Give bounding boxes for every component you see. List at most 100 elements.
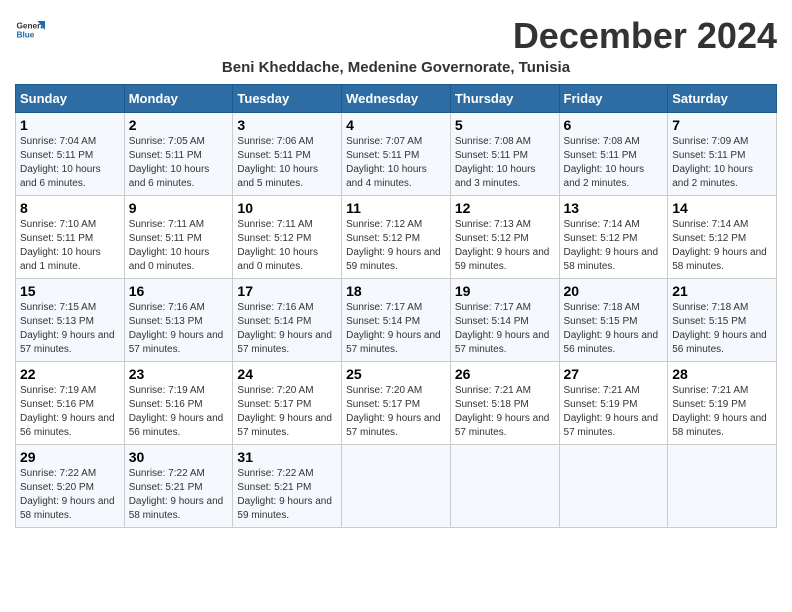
day-info: Sunrise: 7:22 AM Sunset: 5:21 PM Dayligh… <box>129 467 229 523</box>
table-row: 12Sunrise: 7:13 AM Sunset: 5:12 PM Dayli… <box>450 196 559 279</box>
table-row: 15Sunrise: 7:15 AM Sunset: 5:13 PM Dayli… <box>16 279 125 362</box>
header-tuesday: Tuesday <box>233 85 342 113</box>
day-info: Sunrise: 7:15 AM Sunset: 5:13 PM Dayligh… <box>20 301 120 357</box>
day-info: Sunrise: 7:19 AM Sunset: 5:16 PM Dayligh… <box>129 384 229 440</box>
table-row <box>559 445 668 528</box>
header-sunday: Sunday <box>16 85 125 113</box>
table-row: 10 Sunrise: 7:11 AM Sunset: 5:12 PM Dayli… <box>233 196 342 279</box>
table-row: 4 Sunrise: 7:07 AM Sunset: 5:11 PM Daylig… <box>342 113 451 196</box>
table-row: 6Sunrise: 7:08 AM Sunset: 5:11 PM Daylig… <box>559 113 668 196</box>
table-row: 19Sunrise: 7:17 AM Sunset: 5:14 PM Dayli… <box>450 279 559 362</box>
table-row: 26 Sunrise: 7:21 AM Sunset: 5:18 PM Dayli… <box>450 362 559 445</box>
calendar-week-row: 8 Sunrise: 7:10 AM Sunset: 5:11 PM Daylig… <box>16 196 777 279</box>
table-row: 1 Sunrise: 7:04 AM Sunset: 5:11 PM Daylig… <box>16 113 125 196</box>
table-row: 23Sunrise: 7:19 AM Sunset: 5:16 PM Dayli… <box>124 362 233 445</box>
day-number: 6 <box>564 117 664 133</box>
day-info: Sunrise: 7:11 AM Sunset: 5:11 PM Dayligh… <box>129 218 229 274</box>
day-number: 16 <box>129 283 229 299</box>
table-row: 31 Sunrise: 7:22 AM Sunset: 5:21 PM Dayli… <box>233 445 342 528</box>
table-row: 25 Sunrise: 7:20 AM Sunset: 5:17 PM Dayli… <box>342 362 451 445</box>
day-info: Sunrise: 7:16 AM Sunset: 5:13 PM Dayligh… <box>129 301 229 357</box>
day-info: Sunrise: 7:20 AM Sunset: 5:17 PM Dayligh… <box>346 384 446 440</box>
table-row: 30 Sunrise: 7:22 AM Sunset: 5:21 PM Dayli… <box>124 445 233 528</box>
table-row: 29 Sunrise: 7:22 AM Sunset: 5:20 PM Dayli… <box>16 445 125 528</box>
day-info: Sunrise: 7:21 AM Sunset: 5:18 PM Dayligh… <box>455 384 555 440</box>
day-number: 28 <box>672 366 772 382</box>
day-info: Sunrise: 7:11 AM Sunset: 5:12 PM Dayligh… <box>237 218 337 274</box>
day-info: Sunrise: 7:21 AM Sunset: 5:19 PM Dayligh… <box>564 384 664 440</box>
table-row <box>342 445 451 528</box>
day-number: 22 <box>20 366 120 382</box>
day-number: 19 <box>455 283 555 299</box>
day-number: 10 <box>237 200 337 216</box>
table-row: 28 Sunrise: 7:21 AM Sunset: 5:19 PM Dayli… <box>668 362 777 445</box>
day-info: Sunrise: 7:20 AM Sunset: 5:17 PM Dayligh… <box>237 384 337 440</box>
subtitle: Beni Kheddache, Medenine Governorate, Tu… <box>15 59 777 76</box>
day-number: 1 <box>20 117 120 133</box>
calendar-table: Sunday Monday Tuesday Wednesday Thursday… <box>15 84 777 528</box>
table-row: 14 Sunrise: 7:14 AM Sunset: 5:12 PM Dayli… <box>668 196 777 279</box>
day-info: Sunrise: 7:22 AM Sunset: 5:20 PM Dayligh… <box>20 467 120 523</box>
day-number: 13 <box>564 200 664 216</box>
day-number: 25 <box>346 366 446 382</box>
day-number: 4 <box>346 117 446 133</box>
logo: General Blue <box>15 15 45 45</box>
day-number: 12 <box>455 200 555 216</box>
calendar-week-row: 1 Sunrise: 7:04 AM Sunset: 5:11 PM Daylig… <box>16 113 777 196</box>
header-friday: Friday <box>559 85 668 113</box>
header-monday: Monday <box>124 85 233 113</box>
day-info: Sunrise: 7:16 AM Sunset: 5:14 PM Dayligh… <box>237 301 337 357</box>
table-row <box>668 445 777 528</box>
day-info: Sunrise: 7:14 AM Sunset: 5:12 PM Dayligh… <box>672 218 772 274</box>
day-number: 29 <box>20 449 120 465</box>
day-number: 11 <box>346 200 446 216</box>
day-info: Sunrise: 7:04 AM Sunset: 5:11 PM Dayligh… <box>20 135 120 191</box>
day-info: Sunrise: 7:19 AM Sunset: 5:16 PM Dayligh… <box>20 384 120 440</box>
table-row: 17Sunrise: 7:16 AM Sunset: 5:14 PM Dayli… <box>233 279 342 362</box>
calendar-header-row: Sunday Monday Tuesday Wednesday Thursday… <box>16 85 777 113</box>
table-row: 9Sunrise: 7:11 AM Sunset: 5:11 PM Daylig… <box>124 196 233 279</box>
day-info: Sunrise: 7:09 AM Sunset: 5:11 PM Dayligh… <box>672 135 772 191</box>
svg-text:Blue: Blue <box>17 31 35 40</box>
day-info: Sunrise: 7:10 AM Sunset: 5:11 PM Dayligh… <box>20 218 120 274</box>
table-row: 24Sunrise: 7:20 AM Sunset: 5:17 PM Dayli… <box>233 362 342 445</box>
day-number: 2 <box>129 117 229 133</box>
day-number: 8 <box>20 200 120 216</box>
table-row: 11 Sunrise: 7:12 AM Sunset: 5:12 PM Dayli… <box>342 196 451 279</box>
day-number: 5 <box>455 117 555 133</box>
day-info: Sunrise: 7:17 AM Sunset: 5:14 PM Dayligh… <box>346 301 446 357</box>
day-info: Sunrise: 7:18 AM Sunset: 5:15 PM Dayligh… <box>564 301 664 357</box>
calendar-week-row: 15Sunrise: 7:15 AM Sunset: 5:13 PM Dayli… <box>16 279 777 362</box>
day-number: 27 <box>564 366 664 382</box>
header-thursday: Thursday <box>450 85 559 113</box>
day-info: Sunrise: 7:21 AM Sunset: 5:19 PM Dayligh… <box>672 384 772 440</box>
table-row: 2 Sunrise: 7:05 AM Sunset: 5:11 PM Daylig… <box>124 113 233 196</box>
table-row: 7 Sunrise: 7:09 AM Sunset: 5:11 PM Daylig… <box>668 113 777 196</box>
table-row: 5 Sunrise: 7:08 AM Sunset: 5:11 PM Daylig… <box>450 113 559 196</box>
day-number: 31 <box>237 449 337 465</box>
day-number: 7 <box>672 117 772 133</box>
table-row: 8 Sunrise: 7:10 AM Sunset: 5:11 PM Daylig… <box>16 196 125 279</box>
day-info: Sunrise: 7:05 AM Sunset: 5:11 PM Dayligh… <box>129 135 229 191</box>
day-number: 18 <box>346 283 446 299</box>
day-info: Sunrise: 7:18 AM Sunset: 5:15 PM Dayligh… <box>672 301 772 357</box>
table-row: 21 Sunrise: 7:18 AM Sunset: 5:15 PM Dayli… <box>668 279 777 362</box>
day-number: 21 <box>672 283 772 299</box>
day-number: 20 <box>564 283 664 299</box>
header-saturday: Saturday <box>668 85 777 113</box>
day-info: Sunrise: 7:07 AM Sunset: 5:11 PM Dayligh… <box>346 135 446 191</box>
day-number: 26 <box>455 366 555 382</box>
day-number: 14 <box>672 200 772 216</box>
header-wednesday: Wednesday <box>342 85 451 113</box>
table-row: 18 Sunrise: 7:17 AM Sunset: 5:14 PM Dayli… <box>342 279 451 362</box>
table-row: 16 Sunrise: 7:16 AM Sunset: 5:13 PM Dayli… <box>124 279 233 362</box>
table-row: 3Sunrise: 7:06 AM Sunset: 5:11 PM Daylig… <box>233 113 342 196</box>
table-row <box>450 445 559 528</box>
table-row: 27 Sunrise: 7:21 AM Sunset: 5:19 PM Dayli… <box>559 362 668 445</box>
logo-icon: General Blue <box>15 15 45 45</box>
day-info: Sunrise: 7:12 AM Sunset: 5:12 PM Dayligh… <box>346 218 446 274</box>
day-info: Sunrise: 7:08 AM Sunset: 5:11 PM Dayligh… <box>455 135 555 191</box>
day-number: 30 <box>129 449 229 465</box>
day-info: Sunrise: 7:14 AM Sunset: 5:12 PM Dayligh… <box>564 218 664 274</box>
day-info: Sunrise: 7:22 AM Sunset: 5:21 PM Dayligh… <box>237 467 337 523</box>
